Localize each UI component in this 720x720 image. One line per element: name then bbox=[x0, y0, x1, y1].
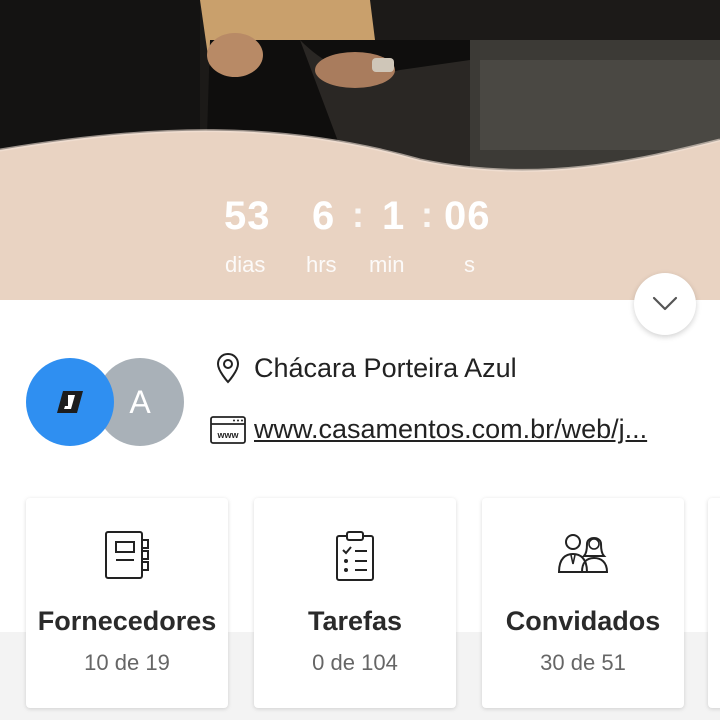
countdown-timer: 53 6 : 1 : 06 dias hrs min s bbox=[0, 188, 720, 288]
countdown-minutes-unit: min bbox=[369, 252, 405, 277]
card-guests[interactable]: Convidados 30 de 51 bbox=[482, 498, 684, 708]
countdown-separator: : bbox=[352, 194, 364, 235]
svg-text:www: www bbox=[216, 430, 239, 440]
venue-name: Chácara Porteira Azul bbox=[254, 352, 517, 383]
card-guests-count: 30 de 51 bbox=[540, 650, 626, 675]
chevron-down-icon bbox=[652, 296, 678, 311]
countdown-days-unit: dias bbox=[225, 252, 266, 277]
countdown-separator: : bbox=[421, 194, 433, 235]
countdown-seconds-unit: s bbox=[464, 252, 475, 277]
user-avatar[interactable] bbox=[26, 358, 114, 446]
partner-avatar-letter: A bbox=[129, 383, 151, 420]
card-guests-title: Convidados bbox=[505, 606, 661, 636]
couple-photo bbox=[0, 0, 720, 200]
vendors-notebook-icon bbox=[26, 530, 228, 580]
card-vendors-count: 10 de 19 bbox=[84, 650, 170, 675]
countdown-days: 53 bbox=[224, 194, 271, 238]
card-vendors[interactable]: Fornecedores 10 de 19 bbox=[26, 498, 228, 708]
card-vendors-title: Fornecedores bbox=[37, 606, 217, 636]
website-icon: www bbox=[210, 415, 246, 444]
hero-banner: 53 6 : 1 : 06 dias hrs min s bbox=[0, 0, 720, 300]
website-row[interactable]: www www.casamentos.com.br/web/j... bbox=[210, 414, 647, 445]
card-tasks[interactable]: Tarefas 0 de 104 bbox=[254, 498, 456, 708]
card-tasks-title: Tarefas bbox=[307, 606, 403, 636]
tasks-clipboard-icon bbox=[254, 530, 456, 582]
guests-couple-icon bbox=[482, 530, 684, 574]
countdown-hours: 6 bbox=[312, 194, 336, 238]
location-pin-icon bbox=[210, 352, 246, 384]
website-link[interactable]: www.casamentos.com.br/web/j... bbox=[254, 414, 647, 445]
venue-row: Chácara Porteira Azul bbox=[210, 352, 517, 384]
countdown-minutes: 1 bbox=[382, 194, 406, 238]
card-tasks-count: 0 de 104 bbox=[312, 650, 398, 675]
card-partial-next[interactable] bbox=[708, 498, 720, 708]
collapse-toggle-button[interactable] bbox=[634, 273, 696, 335]
countdown-hours-unit: hrs bbox=[306, 252, 337, 277]
countdown-seconds: 06 bbox=[444, 194, 491, 238]
user-logo-icon bbox=[57, 391, 83, 413]
